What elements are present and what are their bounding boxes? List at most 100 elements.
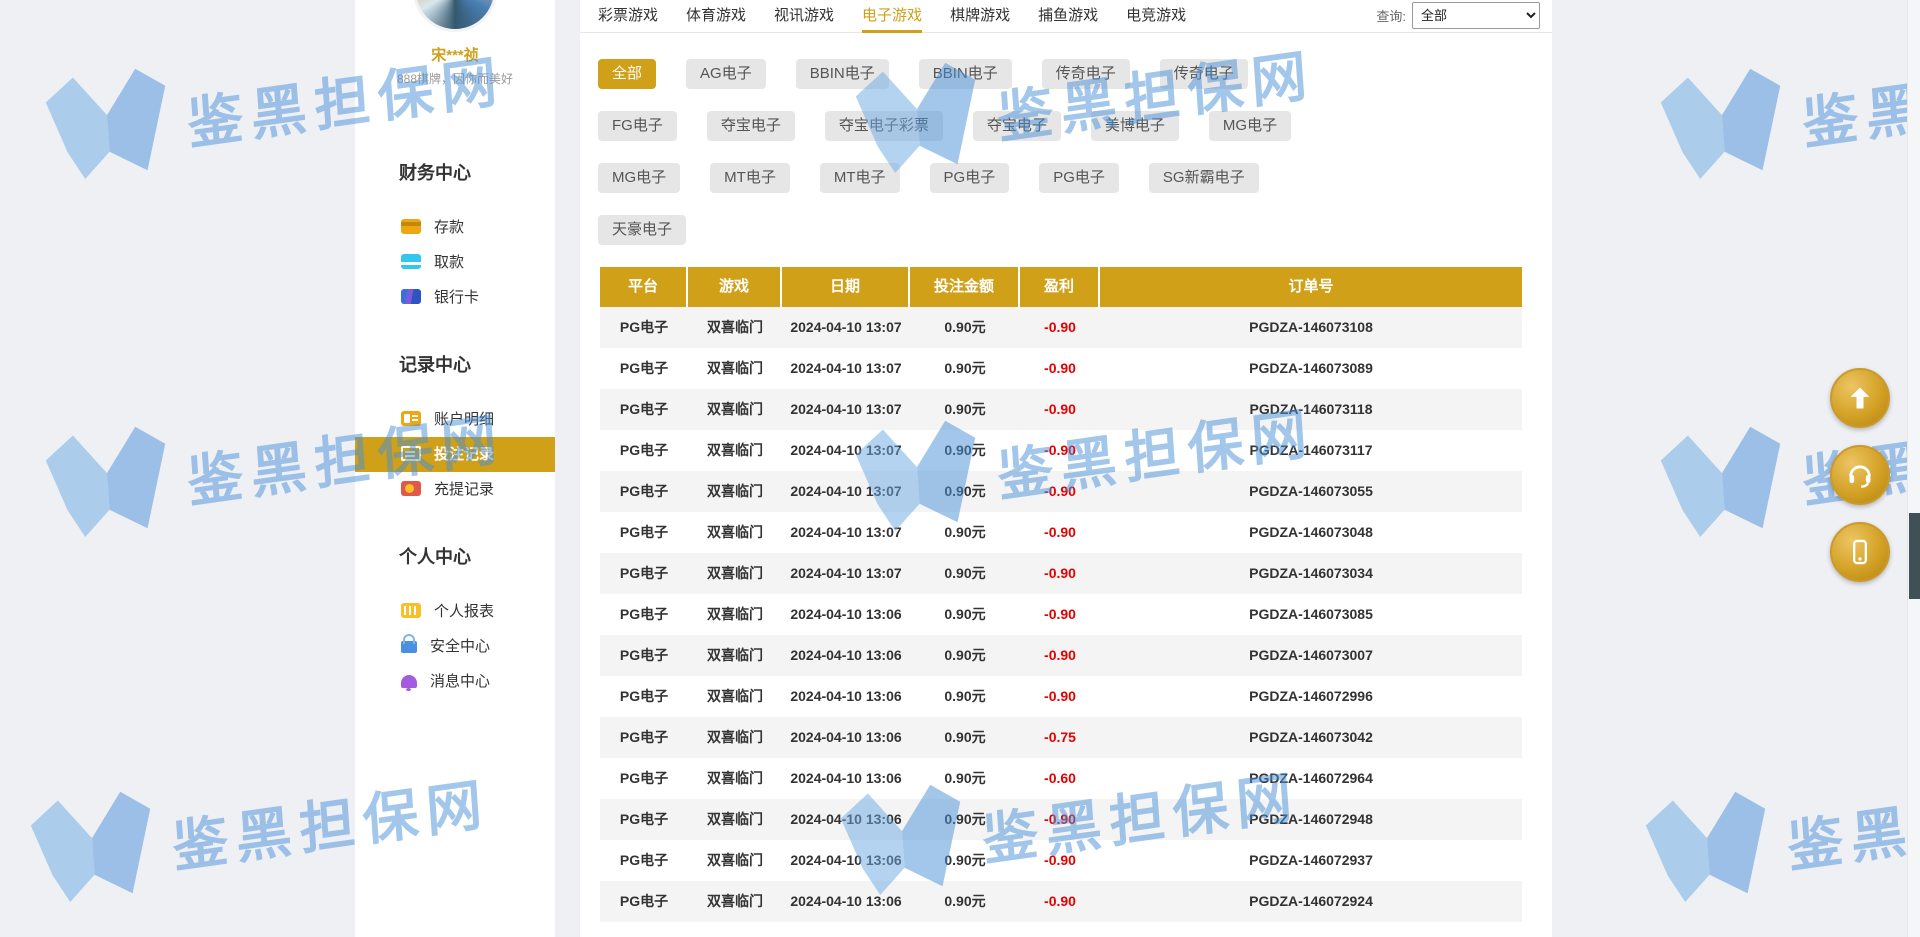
bet-records-table: 平台游戏日期投注金额盈利订单号 PG电子 双喜临门 2024-04-10 13:… (600, 267, 1522, 922)
table-row: PG电子 双喜临门 2024-04-10 13:06 0.90元 -0.90 P… (600, 840, 1522, 881)
cell-profit: -0.90 (1020, 799, 1100, 840)
cell-amount: 0.90元 (910, 676, 1020, 717)
sidebar-list: 存款 取款 银行卡 (355, 210, 555, 315)
nav-tab[interactable]: 彩票游戏 (598, 0, 658, 33)
cell-platform: PG电子 (600, 307, 688, 348)
filter-button[interactable]: BBIN电子 (796, 59, 889, 89)
filter-button[interactable]: 天豪电子 (598, 215, 686, 245)
sidebar-item[interactable]: 充提记录 (355, 472, 555, 507)
filter-button[interactable]: AG电子 (686, 59, 766, 89)
table-row: PG电子 双喜临门 2024-04-10 13:07 0.90元 -0.90 P… (600, 307, 1522, 348)
cell-profit: -0.90 (1020, 676, 1100, 717)
filter-button[interactable]: MT电子 (820, 163, 900, 193)
cell-date: 2024-04-10 13:06 (782, 717, 910, 758)
cell-profit: -0.90 (1020, 430, 1100, 471)
sidebar-item[interactable]: 安全中心 (355, 629, 555, 664)
phone-icon (1846, 538, 1874, 566)
cell-game: 双喜临门 (688, 348, 782, 389)
sidebar-list: 个人报表 安全中心 消息中心 (355, 594, 555, 699)
cell-game: 双喜临门 (688, 307, 782, 348)
cell-amount: 0.90元 (910, 594, 1020, 635)
cell-amount: 0.90元 (910, 717, 1020, 758)
watermark: 鉴黑担保网 (1653, 10, 1920, 193)
sidebar-item[interactable]: 存款 (355, 210, 555, 245)
cell-game: 双喜临门 (688, 471, 782, 512)
nav-tab[interactable]: 电竞游戏 (1126, 0, 1186, 33)
cell-order: PGDZA-146073048 (1100, 512, 1522, 553)
report-icon (401, 603, 421, 618)
cell-date: 2024-04-10 13:07 (782, 307, 910, 348)
query-select[interactable]: 全部 (1412, 2, 1540, 29)
filter-button[interactable]: BBIN电子 (919, 59, 1012, 89)
nav-tab[interactable]: 视讯游戏 (774, 0, 834, 33)
table-row: PG电子 双喜临门 2024-04-10 13:06 0.90元 -0.90 P… (600, 799, 1522, 840)
cell-platform: PG电子 (600, 881, 688, 922)
filter-button[interactable]: 夺宝电子 (707, 111, 795, 141)
filter-button[interactable]: MT电子 (710, 163, 790, 193)
cell-platform: PG电子 (600, 430, 688, 471)
cell-platform: PG电子 (600, 594, 688, 635)
cell-amount: 0.90元 (910, 307, 1020, 348)
table-row: PG电子 双喜临门 2024-04-10 13:07 0.90元 -0.90 P… (600, 389, 1522, 430)
message-icon (401, 675, 417, 688)
filter-row: 全部AG电子BBIN电子BBIN电子传奇电子传奇电子 (598, 59, 1552, 89)
customer-service-button[interactable] (1830, 445, 1890, 505)
sidebar-item-label: 取款 (434, 254, 464, 271)
sidebar-item[interactable]: 取款 (355, 245, 555, 280)
sidebar-item[interactable]: 投注记录 (355, 437, 555, 472)
filter-button[interactable]: SG新霸电子 (1149, 163, 1259, 193)
sidebar-item[interactable]: 银行卡 (355, 280, 555, 315)
cell-amount: 0.90元 (910, 881, 1020, 922)
mobile-app-button[interactable] (1830, 522, 1890, 582)
withdraw-icon (401, 254, 421, 269)
sidebar-section: 个人中心 个人报表 安全中心 消息中心 (355, 543, 555, 699)
filter-button[interactable]: 全部 (598, 59, 656, 89)
cell-game: 双喜临门 (688, 717, 782, 758)
column-header: 盈利 (1020, 267, 1100, 307)
main-content: 彩票游戏体育游戏视讯游戏电子游戏棋牌游戏捕鱼游戏电竞游戏 查询: 全部 全部AG… (580, 0, 1552, 937)
cell-platform: PG电子 (600, 758, 688, 799)
table-row: PG电子 双喜临门 2024-04-10 13:07 0.90元 -0.90 P… (600, 512, 1522, 553)
arrow-up-icon (1846, 384, 1874, 412)
watermark-text: 鉴黑担保网 (1785, 759, 1920, 896)
column-header: 日期 (782, 267, 910, 307)
avatar[interactable] (413, 0, 497, 32)
filter-button[interactable]: MG电子 (1209, 111, 1291, 141)
sidebar-item[interactable]: 消息中心 (355, 664, 555, 699)
filter-button[interactable]: MG电子 (598, 163, 680, 193)
table-row: PG电子 双喜临门 2024-04-10 13:07 0.90元 -0.90 P… (600, 553, 1522, 594)
cell-order: PGDZA-146073117 (1100, 430, 1522, 471)
cell-profit: -0.90 (1020, 389, 1100, 430)
sidebar-menu: 财务中心 存款 取款 银行卡 记录中心 账户明细 投注记录 充提记录 个人中心 … (355, 159, 555, 699)
filter-button[interactable]: PG电子 (1039, 163, 1119, 193)
watermark-logo-icon (38, 414, 177, 550)
filter-button[interactable]: PG电子 (930, 163, 1010, 193)
nav-tab[interactable]: 体育游戏 (686, 0, 746, 33)
filter-button[interactable]: 传奇电子 (1042, 59, 1130, 89)
sidebar-item[interactable]: 个人报表 (355, 594, 555, 629)
nav-tab[interactable]: 电子游戏 (862, 0, 922, 33)
sidebar-section-title: 个人中心 (399, 543, 555, 569)
filter-button[interactable]: 美博电子 (1091, 111, 1179, 141)
cell-date: 2024-04-10 13:07 (782, 348, 910, 389)
cell-date: 2024-04-10 13:06 (782, 594, 910, 635)
filter-button[interactable]: 夺宝电子 (973, 111, 1061, 141)
cell-order: PGDZA-146072996 (1100, 676, 1522, 717)
filter-button[interactable]: 夺宝电子彩票 (825, 111, 943, 141)
cell-game: 双喜临门 (688, 553, 782, 594)
scrollbar-thumb[interactable] (1909, 513, 1920, 599)
nav-tab[interactable]: 捕鱼游戏 (1038, 0, 1098, 33)
nav-tab[interactable]: 棋牌游戏 (950, 0, 1010, 33)
scrollbar-track[interactable] (1907, 0, 1920, 937)
cell-profit: -0.90 (1020, 348, 1100, 389)
cell-date: 2024-04-10 13:06 (782, 676, 910, 717)
cell-order: PGDZA-146073007 (1100, 635, 1522, 676)
table-header: 平台游戏日期投注金额盈利订单号 (600, 267, 1522, 307)
sidebar-item[interactable]: 账户明细 (355, 402, 555, 437)
filter-button[interactable]: FG电子 (598, 111, 677, 141)
cell-amount: 0.90元 (910, 799, 1020, 840)
cell-platform: PG电子 (600, 553, 688, 594)
filter-button[interactable]: 传奇电子 (1160, 59, 1248, 89)
cell-platform: PG电子 (600, 512, 688, 553)
back-to-top-button[interactable] (1830, 368, 1890, 428)
